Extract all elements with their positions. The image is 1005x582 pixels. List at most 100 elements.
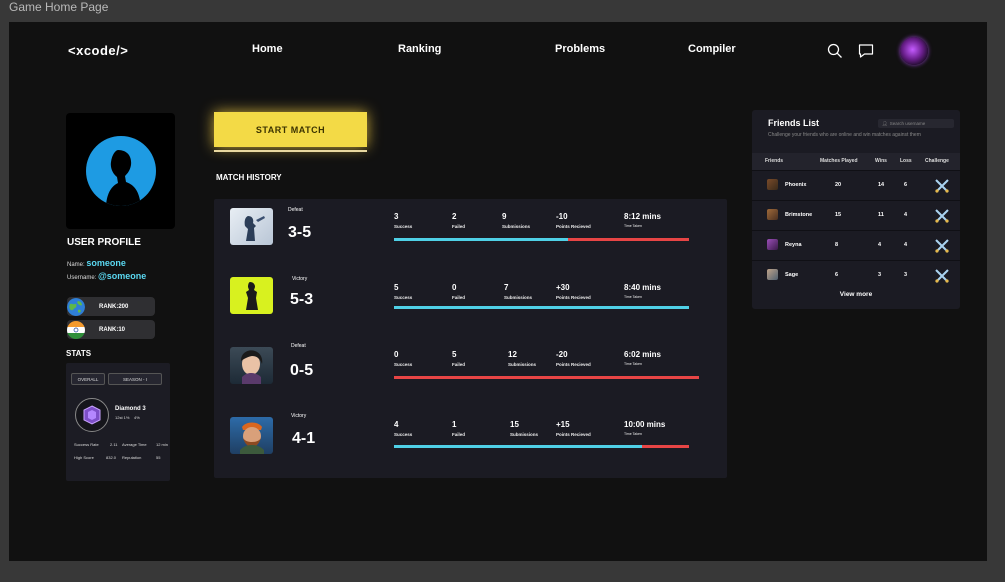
friend-avatar [767,239,778,250]
stat-time-value: 6:02 mins [624,350,661,359]
stat-success-value: 4 [394,420,399,429]
stat-failed-label: Failed [452,432,466,437]
stat-success-value: 5 [394,283,399,292]
profile-name-line: Name: someone [67,258,126,268]
tier-sub-a: 12st 1% [115,415,130,420]
tab-season[interactable]: SEASON - I [108,373,162,385]
stat-submissions-value: 12 [508,350,517,359]
friend-search-placeholder: Search username [889,121,926,126]
stat-value: 55 [156,455,161,460]
friend-avatar [767,179,778,190]
nav-problems[interactable]: Problems [555,43,605,55]
fail-bar [642,445,689,448]
challenge-swords-icon[interactable] [934,239,950,256]
friends-table-header: Friends Matches Played Wins Loss Challen… [752,153,960,170]
challenge-swords-icon[interactable] [934,209,950,226]
stat-success-label: Success [394,224,413,229]
match-row[interactable]: Victory 5-3 5 Success 0 Failed 7 Submissions +… [214,273,727,333]
username-label: Username: [67,275,97,281]
col-friends: Friends [765,158,784,164]
friends-panel: Friends List 👤︎ Search username Challeng… [752,110,960,309]
agent-avatar [230,347,273,384]
nav-ranking[interactable]: Ranking [398,43,441,55]
profile-username-line: Username: @someone [67,271,146,281]
stat-points-value: +15 [556,420,570,429]
country-rank-pill: RANK:10 [67,320,155,339]
friend-avatar [767,269,778,280]
stat-label: High Score [74,455,94,460]
friend-matches: 20 [835,182,842,188]
stat-failed-label: Failed [452,295,466,300]
challenge-swords-icon[interactable] [934,179,950,196]
friend-loss: 3 [904,272,908,278]
search-icon[interactable] [826,42,844,60]
logo[interactable]: <xcode/> [68,43,128,58]
match-result: Defeat [291,343,306,349]
agent-avatar [230,208,273,245]
stat-time-label: Time Taken [624,362,642,366]
match-row[interactable]: Defeat 0-5 0 Success 5 Failed 12 Submissions -… [214,343,727,403]
tab-overall[interactable]: OVERALL [71,373,105,385]
success-bar [394,306,689,309]
user-avatar[interactable] [900,37,928,65]
stat-success-label: Success [394,362,413,367]
stat-success-label: Success [394,432,413,437]
view-more-link[interactable]: View more [752,291,960,298]
friend-search-input[interactable]: 👤︎ Search username [878,119,954,128]
friend-avatar [767,209,778,220]
success-bar [394,445,642,448]
match-score: 4-1 [292,430,316,447]
stat-label: Reputation [122,455,142,460]
tier-name: Diamond 3 [115,406,146,412]
nav-compiler[interactable]: Compiler [688,43,736,55]
stat-submissions-label: Submissions [510,432,539,437]
friend-row: Reyna 8 4 4 [752,230,960,260]
friend-name: Phoenix [785,182,807,188]
stat-success-value: 3 [394,212,399,221]
friend-matches: 8 [835,242,839,248]
start-match-button[interactable]: START MATCH [214,112,367,147]
challenge-swords-icon[interactable] [934,269,950,286]
stat-submissions-value: 15 [510,420,519,429]
chat-icon[interactable] [857,42,875,60]
friend-loss: 4 [904,242,908,248]
friend-row: Phoenix 20 14 6 [752,170,960,200]
agent-avatar [230,417,273,454]
tier-sub-b: 4% [134,415,140,420]
silhouette-icon [105,150,141,206]
india-flag-icon [67,320,85,339]
match-row[interactable]: Defeat 3-5 3 Success 2 Failed 9 Submissions -1… [214,204,727,264]
globe-icon [67,297,85,316]
stat-failed-label: Failed [452,224,466,229]
stat-failed-value: 0 [452,283,457,292]
friends-subtitle: Challenge your friends who are online an… [768,132,921,138]
match-score: 3-5 [288,224,312,241]
stat-success-value: 0 [394,350,399,359]
match-result: Victory [291,413,307,419]
stat-time-value: 8:40 mins [624,283,661,292]
col-challenge: Challenge [925,158,949,164]
stat-label: Success Rate [74,442,99,447]
stat-failed-label: Failed [452,362,466,367]
username-value: @someone [98,271,147,281]
nav-home[interactable]: Home [252,43,283,55]
stats-card: OVERALL SEASON - I Diamond 3 12st 1% 4% … [66,363,170,481]
stat-points-label: Points Recieved [556,224,591,229]
person-icon: 👤︎ [882,120,888,126]
stat-failed-value: 1 [452,420,457,429]
friend-name: Reyna [785,242,802,248]
stat-submissions-value: 9 [502,212,507,221]
friend-name: Brimstone [785,212,813,218]
stat-value: 12 min [156,442,169,447]
friend-row: Brimstone 15 11 4 [752,200,960,230]
stat-time-label: Time Taken [624,432,642,436]
match-row[interactable]: Victory 4-1 4 Success 1 Failed 15 Submissions… [214,413,727,473]
fail-bar [568,238,689,241]
stats-title: STATS [66,349,92,358]
friend-row: Sage 6 3 3 [752,260,960,290]
stat-time-value: 10:00 mins [624,420,666,429]
friend-matches: 15 [835,212,842,218]
stat-value: 2.11 [110,442,118,447]
col-matches-played: Matches Played [820,158,858,164]
match-result: Victory [292,276,308,282]
